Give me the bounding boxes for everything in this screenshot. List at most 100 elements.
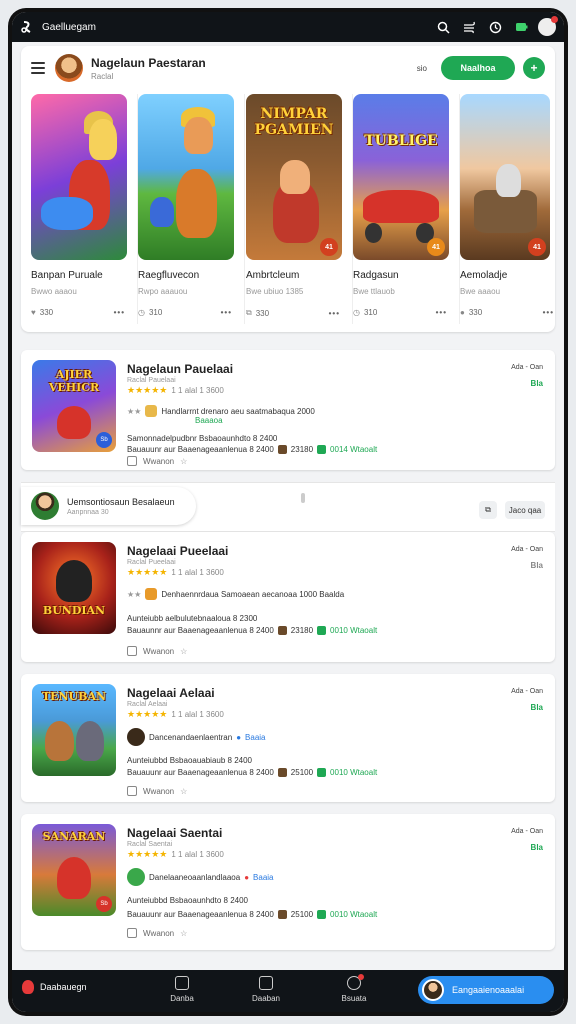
- card-line: Baaaoa: [195, 416, 223, 425]
- nav-item[interactable]: Daaban: [246, 976, 286, 1003]
- hamburger-menu-icon[interactable]: [31, 62, 45, 74]
- drag-handle[interactable]: [301, 493, 305, 503]
- clock-icon[interactable]: ◷: [138, 308, 145, 317]
- bookmark-icon[interactable]: [127, 456, 137, 466]
- star-icon[interactable]: ☆: [180, 457, 187, 466]
- card-right-status: Bla: [530, 561, 543, 570]
- profile-avatar[interactable]: [538, 16, 558, 36]
- card-action-label[interactable]: Wwanon: [143, 787, 174, 796]
- comment-strip: Uemsontiosaun Besalaeun Aanpnnaa 30 ⧉ Ja…: [21, 482, 555, 532]
- game-tile[interactable]: NIMPAR PGAMIEN 41 Ambrtcleum Bwe ubiuo 1…: [246, 94, 346, 324]
- comment-pill[interactable]: Uemsontiosaun Besalaeun Aanpnnaa 30: [21, 487, 196, 525]
- bookmark-icon[interactable]: [127, 928, 137, 938]
- featured-primary-button[interactable]: Naalhoa: [441, 56, 515, 80]
- card-action-label[interactable]: Wwanon: [143, 647, 174, 656]
- game-list-card[interactable]: TENUBAN Nagelaai Aelaai Raclal Aelaai ★★…: [21, 674, 555, 802]
- stat-value: 23180: [290, 445, 314, 454]
- game-tile[interactable]: Raegfluvecon Rwpo aaauou ◷ 310 •••: [138, 94, 238, 324]
- clock-icon[interactable]: [486, 18, 504, 36]
- game-cover-image: NIMPAR PGAMIEN 41: [246, 94, 342, 260]
- game-cover-banner: TUBLIGE: [364, 132, 438, 149]
- card-right-meta: Ada - Oan Bla: [511, 546, 543, 570]
- nav-item[interactable]: Danba: [162, 976, 202, 1003]
- card-title: Nagelaai Aelaai: [127, 686, 215, 700]
- gift-icon: [277, 626, 287, 635]
- game-tile[interactable]: 41 Aemoladje Bwe aaaou ● 330 •••: [460, 94, 560, 324]
- bookmark-icon[interactable]: [127, 646, 137, 656]
- card-line-text: Denhaennrdaua Samoaean aecanoaa 1000 Baa…: [161, 589, 345, 599]
- game-badge: 41: [320, 238, 338, 256]
- card-actions: Wwanon ☆: [127, 786, 187, 796]
- commenter-name: Uemsontiosaun Besalaeun: [67, 496, 175, 507]
- card-title: Nagelaai Pueelaai: [127, 544, 229, 558]
- strip-button[interactable]: Jaco qaa: [505, 501, 545, 519]
- thumb-badge: Sb: [96, 896, 112, 912]
- game-thumbnail: SANARAN Sb: [32, 824, 116, 916]
- card-subtitle: Raclal Pueelaai: [127, 559, 176, 566]
- card-line: Bauauunr aur Baaenageaanlenua 8 2400 251…: [127, 768, 377, 777]
- card-right-label: Ada - Oan: [511, 364, 543, 371]
- app-screen: Gaelluegam Nagelaun Paestaran Raclal sio…: [12, 12, 564, 1012]
- game-badge: 41: [427, 238, 445, 256]
- card-line-text: Bauaunnr aur Baaenageaanlenua 8 2400: [127, 626, 274, 635]
- more-options-icon[interactable]: •••: [329, 309, 340, 318]
- game-tile[interactable]: Banpan Puruale Bwwo aaaou ♥ 330 •••: [31, 94, 131, 324]
- game-name: Raegfluvecon: [138, 270, 200, 281]
- game-list-card[interactable]: BUNDIAN Nagelaai Pueelaai Raclal Pueelaa…: [21, 532, 555, 662]
- card-line-text: Aunteiubbd Bsbaoauabiaub 8 2400: [127, 756, 252, 765]
- nav-item[interactable]: Bsuata: [334, 974, 374, 1003]
- more-options-icon[interactable]: •••: [543, 308, 554, 317]
- add-button[interactable]: +: [523, 57, 545, 79]
- bottom-cta-button[interactable]: Eangaaienoaaalai: [418, 976, 554, 1004]
- star-icon[interactable]: ☆: [180, 929, 187, 938]
- star-icon[interactable]: ☆: [180, 787, 187, 796]
- search-icon[interactable]: [434, 18, 452, 36]
- nav-item-label: Danba: [170, 994, 194, 1003]
- card-line-text: Bauauunr aur Baaenageaanlenua 8 2400: [127, 768, 274, 777]
- card-right-status: Bla: [530, 703, 543, 712]
- more-options-icon[interactable]: •••: [114, 308, 125, 317]
- card-line-text: Samonnadelpudbnr Bsbaoaunhdto 8 2400: [127, 434, 278, 443]
- heart-icon[interactable]: ♥: [31, 308, 36, 317]
- star-icon[interactable]: ☆: [180, 647, 187, 656]
- alert-icon: ●: [244, 872, 250, 882]
- bottom-brand-label: Daabauegn: [40, 982, 87, 992]
- card-right-meta: Ada - Oan Bla: [511, 688, 543, 712]
- commenter-avatar: [31, 492, 59, 520]
- card-line-tag: Baaia: [253, 872, 274, 882]
- card-subtitle: Raclal Aelaai: [127, 701, 168, 708]
- card-line-text: Handlarrnt drenaro aeu saatmabaqua 2000: [161, 406, 315, 416]
- bookmark-icon[interactable]: [127, 786, 137, 796]
- game-name: Ambrtcleum: [246, 270, 300, 281]
- gift-icon: [277, 445, 287, 454]
- card-line: ★★ Denhaennrdaua Samoaean aecanoaa 1000 B…: [127, 588, 345, 600]
- card-line: Bauaunnr aur Baaenageaanlenua 8 2400 231…: [127, 626, 377, 635]
- card-line-text: Danelaaneoaanlandlaaoa: [149, 872, 241, 882]
- wind-icon[interactable]: [460, 18, 478, 36]
- more-options-icon[interactable]: •••: [436, 308, 447, 317]
- thumb-title: SANARAN: [42, 830, 106, 843]
- globe-icon[interactable]: ●: [460, 308, 465, 317]
- top-bar: Gaelluegam: [12, 12, 564, 42]
- game-list-card[interactable]: SANARAN Sb Nagelaai Saentai Raclal Saent…: [21, 814, 555, 950]
- rating: ★★★★★ 1 1 alal 1 3600: [127, 385, 224, 396]
- card-action-label[interactable]: Wwanon: [143, 457, 174, 466]
- copy-icon[interactable]: ⧉: [479, 501, 497, 519]
- stat-value: 0010 Wtaoalt: [330, 910, 378, 919]
- flame-icon: [22, 980, 34, 994]
- game-name: Aemoladje: [460, 270, 508, 281]
- star-rating-icon: ★★★★★: [127, 849, 168, 859]
- clock-icon[interactable]: ◷: [353, 308, 360, 317]
- game-meta: Bwe aaaou: [460, 287, 501, 296]
- nav-item-label: Daaban: [251, 994, 281, 1003]
- card-action-label[interactable]: Wwanon: [143, 929, 174, 938]
- home-icon: [259, 976, 273, 990]
- game-list-card[interactable]: AJIER VEHICR Sb Nagelaun Pauelaai Raclal…: [21, 350, 555, 470]
- gamepad-icon: [347, 974, 364, 990]
- more-options-icon[interactable]: •••: [221, 308, 232, 317]
- bottom-brand[interactable]: Daabauegn: [22, 980, 87, 994]
- thumb-title: BUNDIAN: [42, 604, 106, 617]
- bottom-navigation: Daabauegn Danba Daaban Bsuata Eangaaieno…: [12, 970, 564, 1012]
- share-icon[interactable]: ⧉: [246, 308, 252, 318]
- game-tile[interactable]: TUBLIGE 41 Radgasun Bwe ttlauob ◷ 310 •••: [353, 94, 453, 324]
